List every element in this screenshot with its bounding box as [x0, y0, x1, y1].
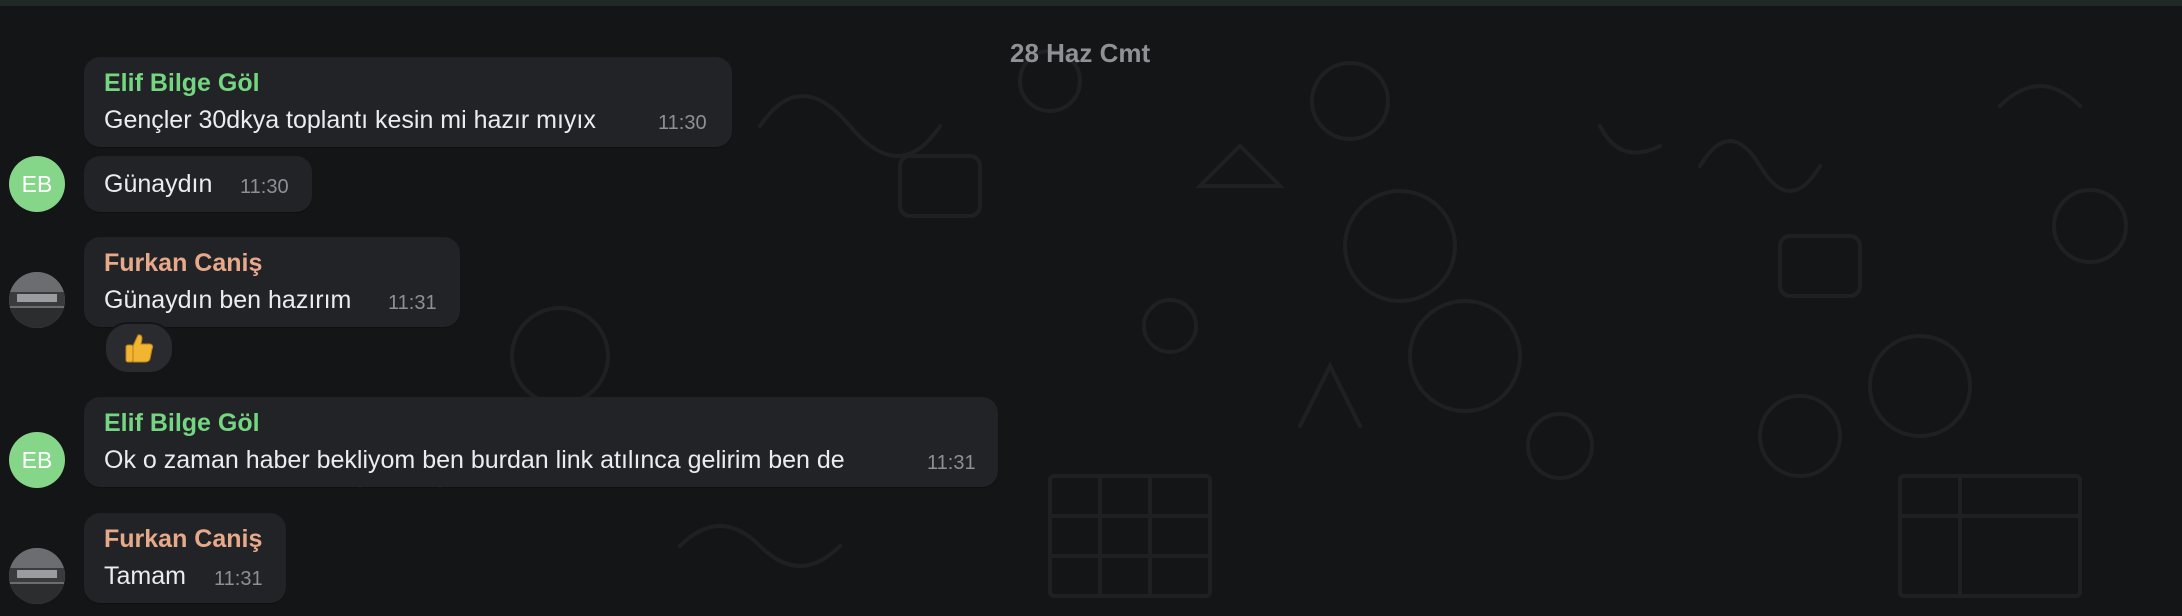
- message-bubble[interactable]: Furkan Caniş Tamam 11:31: [84, 513, 286, 603]
- avatar[interactable]: EB: [9, 156, 65, 212]
- message-time: 11:30: [658, 112, 707, 134]
- sender-name[interactable]: Furkan Caniş: [104, 525, 262, 554]
- message-text: Günaydın: [104, 170, 213, 198]
- avatar-initials: EB: [21, 170, 53, 197]
- message-time: 11:30: [240, 176, 289, 198]
- avatar-photo: [9, 272, 65, 328]
- message-text: Tamam: [104, 562, 186, 590]
- avatar[interactable]: EB: [9, 432, 65, 488]
- avatar-photo: [9, 548, 65, 604]
- message-text: Ok o zaman haber bekliyom ben burdan lin…: [104, 446, 845, 474]
- avatar[interactable]: [9, 548, 65, 604]
- message-text: Günaydın ben hazırım: [104, 286, 352, 314]
- message-bubble[interactable]: Günaydın 11:30: [84, 156, 312, 212]
- reaction-badge[interactable]: [104, 322, 174, 374]
- message-bubble[interactable]: Elif Bilge Göl Gençler 30dkya toplantı k…: [84, 57, 732, 147]
- sender-name[interactable]: Elif Bilge Göl: [104, 409, 260, 438]
- date-separator: 28 Haz Cmt: [1010, 38, 1151, 68]
- message-bubble[interactable]: Elif Bilge Göl Ok o zaman haber bekliyom…: [84, 397, 998, 487]
- thumbs-up-icon: [125, 334, 154, 363]
- sender-name[interactable]: Elif Bilge Göl: [104, 69, 260, 98]
- message-bubble[interactable]: Furkan Caniş Günaydın ben hazırım 11:31: [84, 237, 460, 327]
- sender-name[interactable]: Furkan Caniş: [104, 249, 262, 278]
- avatar-initials: EB: [21, 446, 53, 473]
- message-time: 11:31: [214, 568, 263, 590]
- avatar[interactable]: [9, 272, 65, 328]
- message-time: 11:31: [927, 452, 976, 474]
- message-text: Gençler 30dkya toplantı kesin mi hazır m…: [104, 106, 596, 134]
- message-time: 11:31: [388, 292, 437, 314]
